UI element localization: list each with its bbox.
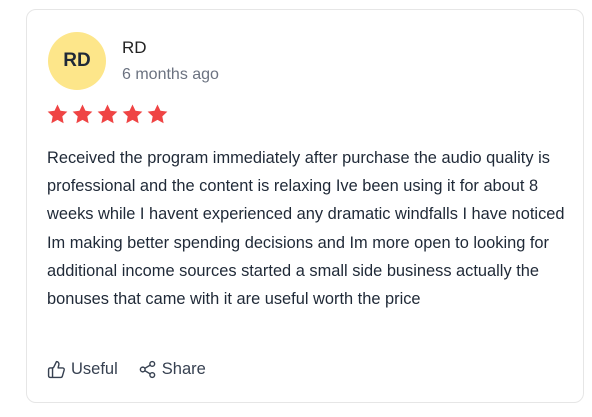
useful-label: Useful bbox=[71, 360, 118, 378]
star-icon bbox=[96, 103, 119, 126]
star-icon bbox=[71, 103, 94, 126]
share-button[interactable]: Share bbox=[138, 360, 206, 379]
share-icon bbox=[138, 360, 157, 379]
star-icon bbox=[46, 103, 69, 126]
star-icon bbox=[121, 103, 144, 126]
review-text: Received the program immediately after p… bbox=[47, 149, 565, 309]
avatar: RD bbox=[48, 32, 106, 90]
star-icon bbox=[146, 103, 169, 126]
review-actions: Useful Share bbox=[47, 360, 206, 379]
useful-button[interactable]: Useful bbox=[47, 360, 118, 379]
reviewer-name: RD bbox=[122, 38, 147, 57]
thumbs-up-icon bbox=[47, 360, 66, 379]
review-time: 6 months ago bbox=[122, 66, 219, 83]
review-card: RD RD 6 months ago Received the program … bbox=[26, 9, 584, 403]
share-label: Share bbox=[161, 360, 206, 378]
star-rating bbox=[46, 103, 169, 126]
